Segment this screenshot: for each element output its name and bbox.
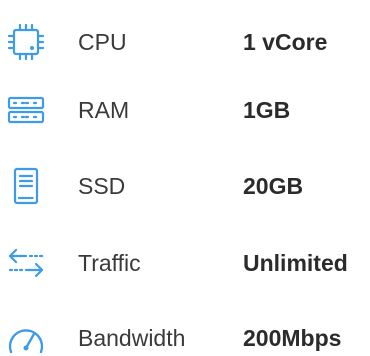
spec-row-ssd: SSD 20GB bbox=[0, 156, 370, 216]
traffic-icon bbox=[6, 243, 46, 283]
spec-value-cpu: 1 vCore bbox=[243, 29, 328, 55]
cpu-icon bbox=[6, 22, 46, 62]
spec-value-bandwidth: 200Mbps bbox=[243, 325, 342, 351]
server-spec-list: CPU 1 vCore RAM 1GB SSD 20GB Traffic Unl… bbox=[0, 0, 370, 356]
spec-row-ram: RAM 1GB bbox=[0, 80, 370, 140]
bandwidth-icon bbox=[6, 318, 46, 356]
spec-label-ram: RAM bbox=[78, 97, 130, 123]
ram-icon bbox=[6, 90, 46, 130]
spec-value-ram: 1GB bbox=[243, 97, 291, 123]
spec-row-cpu: CPU 1 vCore bbox=[0, 12, 370, 72]
ssd-icon bbox=[6, 166, 46, 206]
spec-label-cpu: CPU bbox=[78, 29, 127, 55]
spec-label-ssd: SSD bbox=[78, 173, 126, 199]
spec-row-bandwidth: Bandwidth 200Mbps bbox=[0, 308, 370, 356]
spec-label-bandwidth: Bandwidth bbox=[78, 325, 186, 351]
spec-label-traffic: Traffic bbox=[78, 250, 141, 276]
spec-row-traffic: Traffic Unlimited bbox=[0, 233, 370, 293]
spec-value-traffic: Unlimited bbox=[243, 250, 348, 276]
spec-value-ssd: 20GB bbox=[243, 173, 304, 199]
